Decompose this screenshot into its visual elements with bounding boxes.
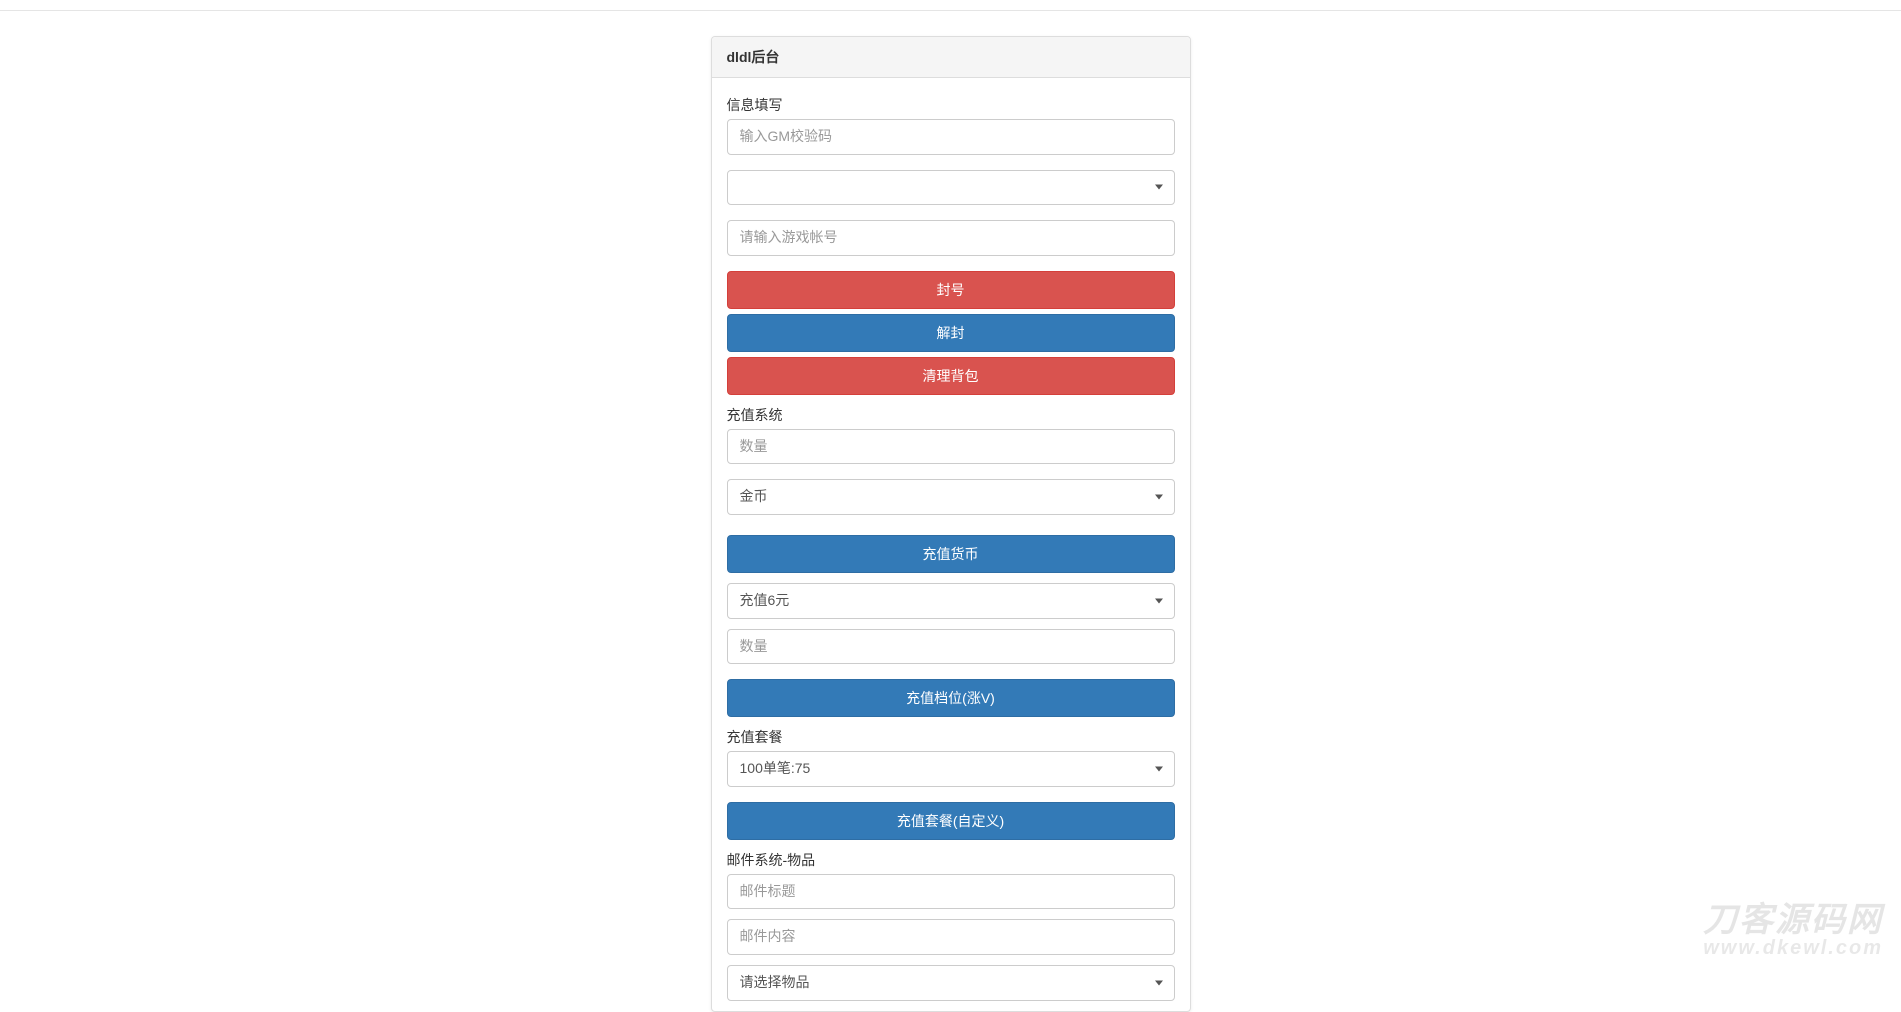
recharge-tier-button[interactable]: 充值档位(涨V)	[727, 679, 1175, 717]
mail-section-label: 邮件系统-物品	[727, 850, 1175, 870]
admin-panel: dldl后台 信息填写 封号 解封 清理背包 充值系统 金币 充值货币	[711, 36, 1191, 1012]
package-select-value[interactable]: 100单笔:75	[727, 751, 1175, 787]
mail-body-input[interactable]	[727, 919, 1175, 955]
mail-item-select-value[interactable]: 请选择物品	[727, 965, 1175, 1001]
currency-select-value[interactable]: 金币	[727, 479, 1175, 515]
recharge-section-label: 充值系统	[727, 405, 1175, 425]
tier-amount-input[interactable]	[727, 629, 1175, 665]
unban-button[interactable]: 解封	[727, 314, 1175, 352]
package-select[interactable]: 100单笔:75	[727, 751, 1175, 787]
panel-title: dldl后台	[712, 37, 1190, 78]
server-select[interactable]	[727, 170, 1175, 206]
game-account-input[interactable]	[727, 220, 1175, 256]
page-container: dldl后台 信息填写 封号 解封 清理背包 充值系统 金币 充值货币	[0, 11, 1901, 1012]
tier-select[interactable]: 充值6元	[727, 583, 1175, 619]
clear-bag-button[interactable]: 清理背包	[727, 357, 1175, 395]
package-section-label: 充值套餐	[727, 727, 1175, 747]
panel-body: 信息填写 封号 解封 清理背包 充值系统 金币 充值货币 充值6元	[712, 78, 1190, 1011]
recharge-amount-input[interactable]	[727, 429, 1175, 465]
currency-select[interactable]: 金币	[727, 479, 1175, 515]
mail-title-input[interactable]	[727, 874, 1175, 910]
gm-code-input[interactable]	[727, 119, 1175, 155]
info-section-label: 信息填写	[727, 95, 1175, 115]
topbar	[0, 0, 1901, 11]
ban-button[interactable]: 封号	[727, 271, 1175, 309]
recharge-package-button[interactable]: 充值套餐(自定义)	[727, 802, 1175, 840]
server-select-value[interactable]	[727, 170, 1175, 206]
tier-select-value[interactable]: 充值6元	[727, 583, 1175, 619]
recharge-currency-button[interactable]: 充值货币	[727, 535, 1175, 573]
mail-item-select[interactable]: 请选择物品	[727, 965, 1175, 1001]
